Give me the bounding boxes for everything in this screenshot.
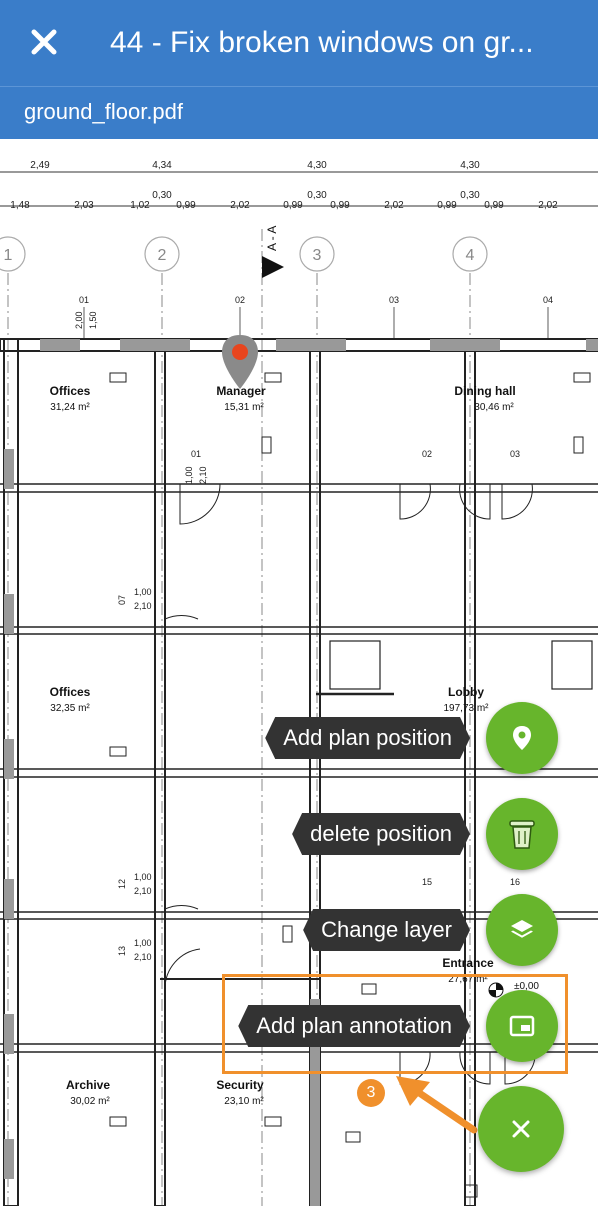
door-tag-15: 15 xyxy=(422,877,432,887)
change-layer-button[interactable] xyxy=(486,894,558,966)
door-tag-03: 03 xyxy=(510,449,520,459)
file-name: ground_floor.pdf xyxy=(24,99,184,124)
room-name: Offices xyxy=(50,685,91,699)
trash-icon xyxy=(509,820,535,849)
close-button[interactable] xyxy=(22,20,66,64)
dim-bottom-7: 0,99 xyxy=(330,200,350,211)
action-add-plan-position[interactable]: Add plan position xyxy=(265,702,558,774)
door-12-height: 1,00 xyxy=(134,872,152,882)
action-change-layer[interactable]: Change layer xyxy=(303,894,558,966)
dim-bottom-8: 2,02 xyxy=(384,200,404,211)
tutorial-step-badge: 3 xyxy=(357,1079,385,1107)
door-07-height: 1,00 xyxy=(134,587,152,597)
dim-small-3: 0,30 xyxy=(460,190,480,201)
dim-top-3: 4,30 xyxy=(307,160,327,171)
dim-bottom-1: 1,48 xyxy=(10,200,30,211)
action-delete-position[interactable]: delete position xyxy=(292,798,558,870)
door-12-width: 2,10 xyxy=(134,886,152,896)
door-13-width: 2,10 xyxy=(134,952,152,962)
action-label[interactable]: Add plan annotation xyxy=(238,1005,470,1047)
dim-top-2: 4,34 xyxy=(152,160,172,171)
dim-bottom-5: 2,02 xyxy=(230,200,250,211)
door-dim-height: 1,00 xyxy=(184,466,194,484)
action-label[interactable]: Add plan position xyxy=(265,717,470,759)
room-area: 30,02 m² xyxy=(70,1096,110,1107)
room-name: Security xyxy=(216,1078,264,1092)
dim-top-4: 4,30 xyxy=(460,160,480,171)
tutorial-arrow-icon xyxy=(396,1076,478,1134)
close-icon xyxy=(31,29,57,55)
door-07-width: 2,10 xyxy=(134,601,152,611)
dim-bottom-2: 2,03 xyxy=(74,200,94,211)
axis-label-2: 2 xyxy=(158,247,167,264)
window-tag-02: 02 xyxy=(235,295,245,305)
page-title: 44 - Fix broken windows on gr... xyxy=(110,26,534,59)
close-menu-button[interactable] xyxy=(478,1086,564,1172)
dim-bottom-3: 1,02 xyxy=(130,200,150,211)
add-plan-position-button[interactable] xyxy=(486,702,558,774)
annotation-icon xyxy=(509,1015,535,1037)
room-name: Offices xyxy=(50,384,91,398)
door-tag-01: 01 xyxy=(191,449,201,459)
dim-bottom-4: 0,99 xyxy=(176,200,196,211)
room-area: 32,35 m² xyxy=(50,703,90,714)
room-name: Dining hall xyxy=(454,384,515,398)
app-header: 44 - Fix broken windows on gr... xyxy=(0,0,598,86)
dim-top-1: 2,49 xyxy=(30,160,50,171)
dim-small-2: 0,30 xyxy=(307,190,327,201)
map-pin-icon[interactable] xyxy=(222,335,258,389)
door-tag-16: 16 xyxy=(510,877,520,887)
room-area: 30,46 m² xyxy=(474,402,514,413)
section-marker: A - A xyxy=(265,226,279,251)
add-plan-annotation-button[interactable] xyxy=(486,990,558,1062)
door-tag-07: 07 xyxy=(117,595,127,605)
door-tag-12: 12 xyxy=(117,879,127,889)
room-name: Archive xyxy=(66,1078,110,1092)
action-label[interactable]: Change layer xyxy=(303,909,470,951)
door-dim-width: 2,10 xyxy=(198,466,208,484)
room-area: 31,24 m² xyxy=(50,402,90,413)
room-name: Lobby xyxy=(448,685,484,699)
dim-small-1: 0,30 xyxy=(152,190,172,201)
action-add-plan-annotation[interactable]: Add plan annotation xyxy=(238,990,558,1062)
dim-bottom-6: 0,99 xyxy=(283,200,303,211)
axis-label-3: 3 xyxy=(313,247,322,264)
action-label[interactable]: delete position xyxy=(292,813,470,855)
dim-bottom-11: 2,02 xyxy=(538,200,558,211)
dim-bottom-10: 0,99 xyxy=(484,200,504,211)
door-tag-13: 13 xyxy=(117,946,127,956)
window-tag-03: 03 xyxy=(389,295,399,305)
layers-icon xyxy=(511,920,533,938)
door-tag-02: 02 xyxy=(422,449,432,459)
axis-label-1: 1 xyxy=(4,247,13,264)
window-tag-04: 04 xyxy=(543,295,553,305)
window-dim-height: 2,00 xyxy=(74,311,84,329)
dim-bottom-9: 0,99 xyxy=(437,200,457,211)
door-13-height: 1,00 xyxy=(134,938,152,948)
close-icon xyxy=(512,1120,530,1138)
delete-position-button[interactable] xyxy=(486,798,558,870)
window-dim-width: 1,50 xyxy=(88,311,98,329)
window-tag-01: 01 xyxy=(79,295,89,305)
axis-label-4: 4 xyxy=(466,247,475,264)
file-bar: ground_floor.pdf xyxy=(0,86,598,139)
section-arrow-icon xyxy=(262,256,284,278)
map-pin-icon xyxy=(513,726,531,750)
room-area: 15,31 m² xyxy=(224,402,264,413)
room-area: 23,10 m² xyxy=(224,1096,264,1107)
